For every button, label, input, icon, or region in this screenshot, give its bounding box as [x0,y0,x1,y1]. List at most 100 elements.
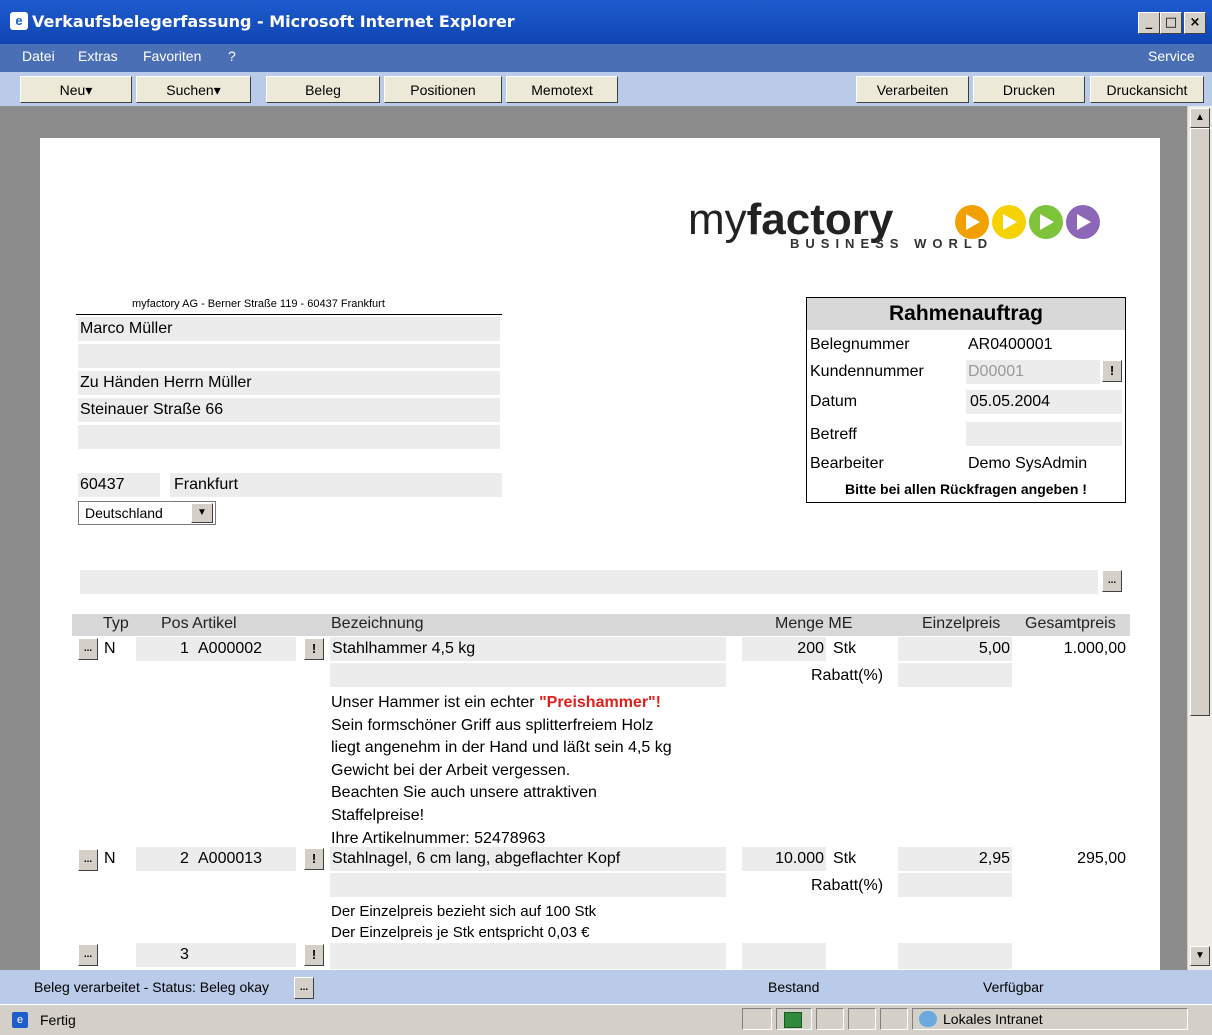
header-text-more-button[interactable]: ... [1102,570,1122,592]
row1-pos: 1 [180,640,189,657]
memo1-line7: Ihre Artikelnummer: 52478963 [331,829,546,847]
row1-rabatt-field[interactable] [898,663,1012,687]
document-type-title: Rahmenauftrag [807,298,1125,330]
col-bezeichnung: Bezeichnung [331,615,424,632]
zip-field[interactable]: 60437 [78,473,160,497]
col-menge-me: Menge ME [775,615,853,632]
row2-more-button[interactable]: ... [78,849,98,871]
maximize-button[interactable]: □ [1160,12,1182,34]
row1-rabatt-label: Rabatt(%) [811,667,884,684]
scroll-down-icon[interactable]: ▼ [1190,946,1210,966]
row2-rabatt-field[interactable] [898,873,1012,897]
row1-bezeichnung2-field[interactable] [330,663,726,687]
row1-more-button[interactable]: ... [78,638,98,660]
bearbeiter-label: Bearbeiter [810,455,884,472]
logo-circles-icon [955,205,1100,239]
row3-more-button[interactable]: ... [78,944,98,966]
memo2-line1: Der Einzelpreis bezieht sich auf 100 Stk [331,903,597,920]
close-button[interactable]: × [1184,12,1206,34]
row2-typ: N [104,850,116,867]
scroll-thumb[interactable] [1190,128,1210,716]
row1-article-lookup-button[interactable]: ! [304,638,324,660]
city-field[interactable]: Frankfurt [170,473,502,497]
row2-menge-field[interactable]: 10.000 [742,847,826,871]
logo-text-my: my [688,195,747,244]
address-line2-field[interactable] [78,344,500,368]
country-select[interactable]: Deutschland ▼ [78,501,216,525]
status-panel-4 [848,1008,876,1030]
druckansicht-button[interactable]: Druckansicht [1090,76,1204,103]
title-bar: e Verkaufsbelegerfassung - Microsoft Int… [0,0,1212,44]
row1-einzelpreis-field[interactable]: 5,00 [898,637,1012,661]
belegnummer-value: AR0400001 [968,336,1053,353]
col-typ: Typ [103,615,129,632]
row3-pos: 3 [180,946,189,963]
beleg-button[interactable]: Beleg [266,76,380,103]
row3-article-lookup-button[interactable]: ! [304,944,324,966]
status-panel-1 [742,1008,772,1030]
sender-line: myfactory AG - Berner Straße 119 - 60437… [132,298,385,310]
row2-pos: 2 [180,850,189,867]
intranet-icon [919,1011,937,1027]
row1-typ: N [104,640,116,657]
positionen-button[interactable]: Positionen [384,76,502,103]
row2-me: Stk [833,850,857,867]
memotext-button[interactable]: Memotext [506,76,618,103]
memo1-line4: Gewicht bei der Arbeit vergessen. [331,761,571,779]
chevron-down-icon[interactable]: ▼ [191,503,213,523]
minimize-button[interactable]: _ [1138,12,1160,34]
address-attention-field[interactable]: Zu Händen Herrn Müller [78,371,500,395]
menu-favoriten[interactable]: Favoriten [143,48,201,64]
menu-service[interactable]: Service [1148,48,1195,64]
row2-einzelpreis-field[interactable]: 2,95 [898,847,1012,871]
header-text-field[interactable] [80,570,1098,594]
customer-lookup-button[interactable]: ! [1102,360,1122,382]
bearbeiter-value: Demo SysAdmin [968,455,1088,472]
security-icon [784,1012,802,1028]
row2-bezeichnung2-field[interactable] [330,873,726,897]
row3-einzelpreis-field[interactable] [898,943,1012,969]
menu-extras[interactable]: Extras [78,48,118,64]
address-street-field[interactable]: Steinauer Straße 66 [78,398,500,422]
new-button[interactable]: Neu▾ [20,76,132,103]
address-line5-field[interactable] [78,425,500,449]
row1-bezeichnung-field[interactable]: Stahlhammer 4,5 kg [330,637,726,661]
kundennummer-field[interactable]: D00001 [966,360,1100,384]
datum-field[interactable]: 05.05.2004 [966,390,1122,414]
window-title: Verkaufsbelegerfassung - Microsoft Inter… [32,12,515,31]
scroll-up-icon[interactable]: ▲ [1190,108,1210,128]
row2-memo-text: Der Einzelpreis bezieht sich auf 100 Stk… [331,901,596,943]
row3-bezeichnung-field[interactable] [330,943,726,969]
kundennummer-label: Kundennummer [810,363,924,380]
address-name-field[interactable]: Marco Müller [78,317,500,341]
belegnummer-label: Belegnummer [810,336,910,353]
bestand-label: Bestand [768,979,820,995]
betreff-field[interactable] [966,422,1122,446]
row2-rabatt-label: Rabatt(%) [811,877,884,894]
memo1-line5: Beachten Sie auch unsere attraktiven [331,784,597,802]
verarbeiten-button[interactable]: Verarbeiten [856,76,969,103]
drucken-button[interactable]: Drucken [973,76,1085,103]
status-text: Beleg verarbeitet - Status: Beleg okay [34,979,270,995]
menu-help[interactable]: ? [228,48,236,64]
row2-article-lookup-button[interactable]: ! [304,848,324,870]
ie-icon: e [10,12,28,30]
memo1-line1b: "Preishammer"! [539,694,661,711]
status-panel-2 [776,1008,812,1030]
memo1-line2: Sein formschöner Griff aus splitterfreie… [331,716,654,734]
memo2-line2: Der Einzelpreis je Stk entspricht 0,03 € [331,924,590,941]
row1-menge-field[interactable]: 200 [742,637,826,661]
status-panel-3 [816,1008,844,1030]
row3-pos-artikel-field[interactable]: 3 [136,943,296,967]
row1-pos-artikel-field[interactable]: 1 A000002 [136,637,296,661]
row2-bezeichnung-field[interactable]: Stahlnagel, 6 cm lang, abgeflachter Kopf [330,847,726,871]
row2-artikel: A000013 [198,850,263,867]
row3-menge-field[interactable] [742,943,826,969]
menu-datei[interactable]: Datei [22,48,55,64]
search-button[interactable]: Suchen▾ [136,76,251,103]
row2-gesamtpreis: 295,00 [1077,850,1126,867]
row2-pos-artikel-field[interactable]: 2 A000013 [136,847,296,871]
datum-label: Datum [810,393,858,410]
betreff-label: Betreff [810,426,857,443]
status-more-button[interactable]: ... [294,977,314,999]
